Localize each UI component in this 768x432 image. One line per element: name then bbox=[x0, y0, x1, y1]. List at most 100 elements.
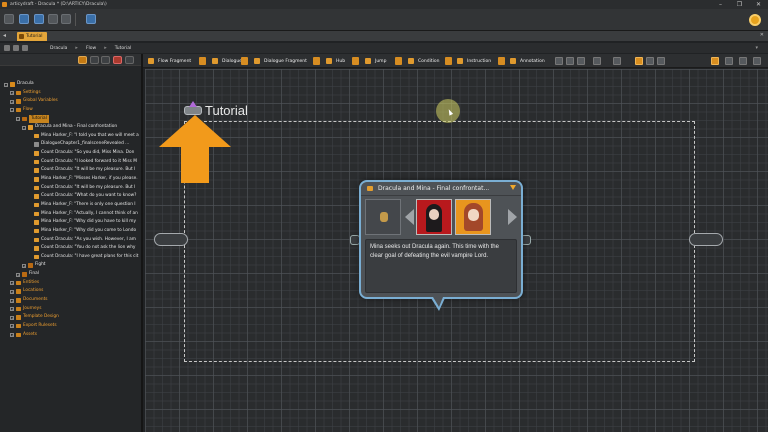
dialogue-fragment-button[interactable]: Dialogue Fragment bbox=[251, 56, 310, 66]
view-tiles-icon[interactable] bbox=[657, 57, 665, 65]
save-icon[interactable] bbox=[34, 14, 44, 24]
tree-item[interactable]: Mina Harker_F: "Misses Harker, if you pl… bbox=[0, 175, 141, 184]
tree-item[interactable]: Count Dracula: "It will be my pleasure. … bbox=[0, 166, 141, 175]
expand-icon[interactable]: + bbox=[22, 263, 26, 268]
tree-item[interactable]: + Fight bbox=[0, 261, 141, 270]
collapse-icon[interactable]: − bbox=[22, 125, 26, 130]
pin-icon[interactable] bbox=[445, 57, 452, 65]
project-icon[interactable] bbox=[19, 14, 29, 24]
tree-item[interactable]: + Journeys bbox=[0, 305, 141, 314]
tree-item[interactable]: Mina Harker_F: "There is only one questi… bbox=[0, 201, 141, 210]
undo-icon[interactable] bbox=[48, 14, 58, 24]
home-icon[interactable] bbox=[4, 45, 10, 51]
tree-item[interactable]: Count Dracula: "I have great plans for t… bbox=[0, 253, 141, 262]
annotation-button[interactable]: Annotation bbox=[507, 56, 548, 66]
expand-icon[interactable]: + bbox=[10, 324, 14, 329]
collapse-icon[interactable]: − bbox=[16, 117, 20, 122]
expand-icon[interactable]: + bbox=[10, 289, 14, 294]
tree-item[interactable]: + Settings bbox=[0, 89, 141, 98]
delete-icon[interactable] bbox=[113, 56, 122, 64]
node-expand-icon[interactable] bbox=[510, 185, 516, 190]
breadcrumb-dropdown-icon[interactable]: ▾ bbox=[755, 45, 758, 51]
expand-icon[interactable]: + bbox=[10, 91, 14, 96]
pin-icon[interactable] bbox=[498, 57, 505, 65]
expand-icon[interactable]: + bbox=[10, 298, 14, 303]
tree-item[interactable]: + Documents bbox=[0, 296, 141, 305]
zoom-icon[interactable] bbox=[613, 57, 621, 65]
expand-icon[interactable]: + bbox=[10, 99, 14, 104]
pin-icon[interactable] bbox=[199, 57, 206, 65]
pin-icon[interactable] bbox=[241, 57, 248, 65]
minimize-button[interactable]: – bbox=[711, 0, 730, 9]
dialogue-node[interactable]: Dracula and Mina - Final confrontat... M… bbox=[359, 180, 523, 299]
close-button[interactable]: ✕ bbox=[749, 0, 768, 9]
tree-item[interactable]: Count Dracula: "What do you want to know… bbox=[0, 192, 141, 201]
view-mode-icon[interactable] bbox=[635, 57, 643, 65]
redo-icon[interactable] bbox=[61, 14, 71, 24]
tree-item[interactable]: − Dracula bbox=[0, 80, 141, 89]
align-icon[interactable] bbox=[555, 57, 563, 65]
filter-icon[interactable] bbox=[78, 56, 87, 64]
pin-icon[interactable] bbox=[313, 57, 320, 65]
tree-item[interactable]: Mina Harker_F: "Why did you come to Lond… bbox=[0, 227, 141, 236]
previous-speaker-icon[interactable] bbox=[405, 209, 414, 225]
new-item-icon[interactable] bbox=[125, 56, 134, 64]
tree-item[interactable]: + Export Rulesets bbox=[0, 322, 141, 331]
dialogue-button[interactable]: Dialogue bbox=[209, 56, 245, 66]
breadcrumb-flow[interactable]: Flow bbox=[86, 46, 96, 51]
instruction-button[interactable]: Instruction bbox=[454, 56, 495, 66]
tab-tutorial[interactable]: Tutorial bbox=[17, 32, 47, 41]
input-pin[interactable] bbox=[154, 233, 188, 246]
speaker-placeholder-icon[interactable] bbox=[365, 199, 401, 235]
hub-button[interactable]: Hub bbox=[323, 56, 349, 66]
grid-icon[interactable] bbox=[566, 57, 574, 65]
maximize-button[interactable]: ❐ bbox=[730, 0, 749, 9]
panel-grid-icon[interactable] bbox=[739, 57, 747, 65]
tree-item[interactable]: − Dracula and Mina - Final confrontation bbox=[0, 123, 141, 132]
menu-icon[interactable] bbox=[4, 14, 14, 24]
collapse-icon[interactable] bbox=[101, 56, 110, 64]
parent-flow-icon[interactable] bbox=[184, 101, 202, 115]
tree-item[interactable]: Count Dracula: "You do not ask the lion … bbox=[0, 244, 141, 253]
tree-item[interactable]: Count Dracula: "I looked forward to it M… bbox=[0, 158, 141, 167]
panel-detail-icon[interactable] bbox=[753, 57, 761, 65]
tree-item[interactable]: Count Dracula: "So you did, Miss Mina. D… bbox=[0, 149, 141, 158]
tree-item[interactable]: Mina Harker_F: "Actually, I cannot think… bbox=[0, 210, 141, 219]
tree-item[interactable]: + Final bbox=[0, 270, 141, 279]
layout-icon[interactable] bbox=[577, 57, 585, 65]
breadcrumb-dracula[interactable]: Dracula bbox=[50, 46, 67, 51]
expand-icon[interactable]: + bbox=[10, 333, 14, 338]
tree-item[interactable]: − Flow bbox=[0, 106, 141, 115]
breadcrumb-tutorial[interactable]: Tutorial bbox=[115, 46, 132, 51]
next-speaker-icon[interactable] bbox=[508, 209, 517, 225]
jump-button[interactable]: Jump bbox=[362, 56, 390, 66]
mina-portrait[interactable] bbox=[455, 199, 491, 235]
back-icon[interactable] bbox=[13, 45, 19, 51]
tree-item[interactable]: + Locations bbox=[0, 287, 141, 296]
tree-item[interactable]: Count Dracula: "It will be my pleasure. … bbox=[0, 184, 141, 193]
settings-gear-icon[interactable] bbox=[749, 14, 761, 26]
tree-item[interactable]: + Assets bbox=[0, 331, 141, 340]
condition-button[interactable]: Condition bbox=[405, 56, 443, 66]
help-icon[interactable] bbox=[86, 14, 96, 24]
tree-item[interactable]: + Global Variables bbox=[0, 97, 141, 106]
tree-item[interactable]: − Tutorial bbox=[0, 114, 141, 124]
flow-canvas[interactable]: Tutorial Dracula and Mina - Final confro… bbox=[145, 69, 768, 432]
tree-item[interactable]: + Template Design bbox=[0, 313, 141, 322]
tree-item[interactable]: Count Dracula: "As you wish. However, I … bbox=[0, 236, 141, 245]
panel-list-icon[interactable] bbox=[725, 57, 733, 65]
pin-icon[interactable] bbox=[352, 57, 359, 65]
collapse-icon[interactable]: − bbox=[10, 108, 14, 113]
expand-icon[interactable]: + bbox=[10, 281, 14, 286]
dracula-portrait[interactable] bbox=[416, 199, 452, 235]
tree-item[interactable]: + Entities bbox=[0, 279, 141, 288]
expand-icon[interactable]: + bbox=[10, 315, 14, 320]
tab-close-icon[interactable]: ✕ bbox=[760, 32, 764, 38]
tree-item[interactable]: DialogueChapter1_finalsceneRevealed ... bbox=[0, 140, 141, 149]
text-size-icon[interactable] bbox=[593, 57, 601, 65]
panel-view-icon[interactable] bbox=[711, 57, 719, 65]
flow-fragment-button[interactable]: Flow Fragment bbox=[145, 56, 195, 66]
output-pin[interactable] bbox=[689, 233, 723, 246]
pin-icon[interactable] bbox=[395, 57, 402, 65]
node-text[interactable]: Mina seeks out Dracula again. This time … bbox=[365, 239, 517, 293]
